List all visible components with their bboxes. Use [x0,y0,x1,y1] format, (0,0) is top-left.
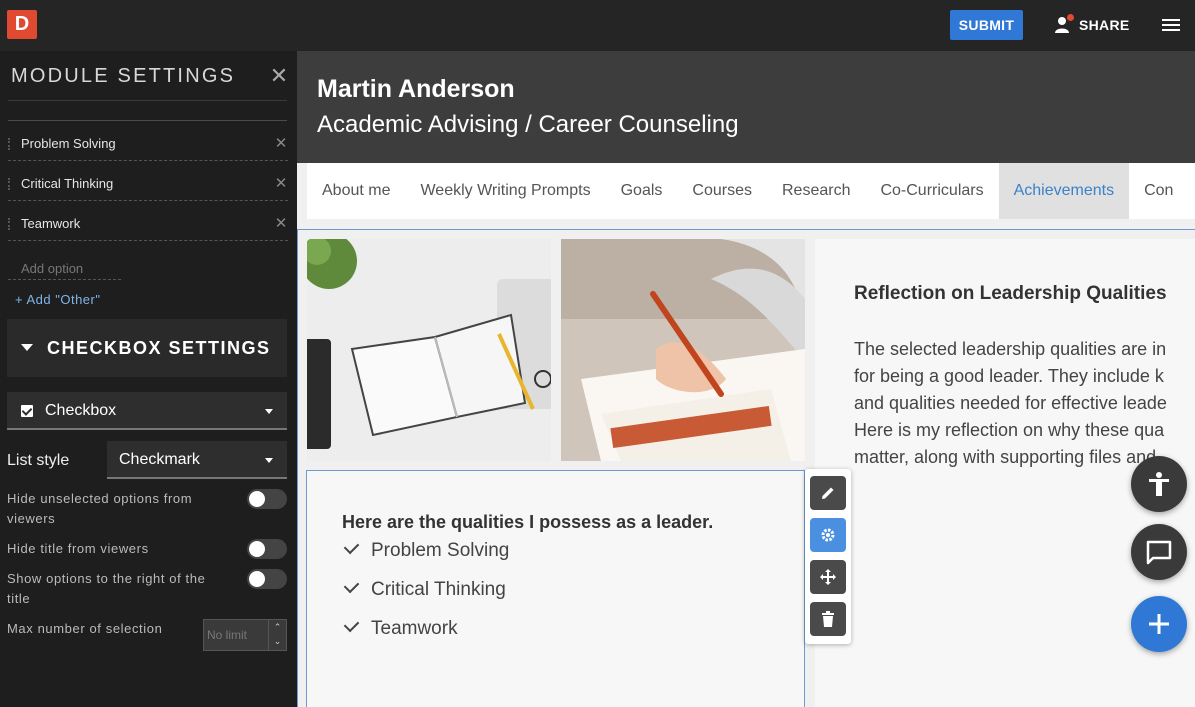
max-selection-label: Max number of selection [7,621,163,636]
list-item: Critical Thinking [343,577,506,601]
checkbox-icon [21,405,33,417]
drag-handle-icon[interactable] [8,218,12,230]
hide-unselected-toggle[interactable] [247,489,287,509]
tab-bar: About me Weekly Writing Prompts Goals Co… [307,163,1195,219]
reflection-line: for being a good leader. They include k [854,366,1164,386]
toggle-label: Hide unselected options from viewers [7,491,193,526]
list-style-value: Checkmark [119,451,200,468]
option-label[interactable]: Critical Thinking [21,176,113,191]
notebook-photo [307,239,551,461]
share-button[interactable]: SHARE [1054,13,1130,37]
option-row[interactable]: Problem Solving ✕ [8,131,288,161]
portfolio-page: Martin Anderson Academic Advising / Care… [297,51,1195,707]
max-selection-placeholder: No limit [207,628,248,642]
checkmark-icon [343,577,360,594]
person-icon [1054,14,1074,34]
remove-option-icon[interactable]: ✕ [274,174,288,192]
collapse-caret-icon [21,344,33,351]
drag-handle-icon[interactable] [8,138,12,150]
module-toolbar [805,469,851,644]
checkbox-module[interactable]: Here are the qualities I possess as a le… [306,470,805,707]
option-row[interactable]: Critical Thinking ✕ [8,171,288,201]
reflection-line: matter, along with supporting files and [854,447,1157,467]
submit-button[interactable]: SUBMIT [950,10,1023,40]
toggle-label: Show options to the right of the title [7,571,206,606]
tab-research[interactable]: Research [767,163,865,219]
checkmark-icon [343,616,360,633]
add-icon[interactable] [1131,596,1187,652]
drag-handle-icon[interactable] [8,178,12,190]
close-icon[interactable]: ✕ [268,65,290,87]
owner-name: Martin Anderson [317,75,515,103]
page-subtitle: Academic Advising / Career Counseling [317,111,739,138]
section-title: CHECKBOX SETTINGS [47,338,271,358]
add-option-placeholder: Add option [21,261,84,276]
module-title: Here are the qualities I possess as a le… [342,512,714,532]
reflection-line: and qualities needed for effective leade [854,393,1167,413]
option-row[interactable]: Teamwork ✕ [8,211,288,241]
option-label[interactable]: Problem Solving [21,136,116,151]
app-logo[interactable]: D [7,10,37,39]
reflection-line: The selected leadership qualities are in [854,339,1167,359]
option-label[interactable]: Teamwork [21,216,80,231]
tab-con[interactable]: Con [1129,163,1188,219]
hide-title-toggle[interactable] [247,539,287,559]
toggle-label: Hide title from viewers [7,541,149,556]
trash-icon[interactable] [810,602,846,636]
chevron-down-icon [265,409,273,414]
tab-about-me[interactable]: About me [307,163,405,219]
reflection-title: Reflection on Leadership Qualities [854,283,1167,304]
top-bar: D SUBMIT SHARE [0,0,1195,51]
list-item: Teamwork [343,616,458,640]
list-item: Problem Solving [343,538,510,562]
gear-icon[interactable] [810,518,846,552]
list-style-select[interactable]: Checkmark [107,441,287,479]
list-item-label: Critical Thinking [371,579,506,600]
accessibility-icon[interactable] [1131,456,1187,512]
checkmark-icon [343,538,360,555]
tab-goals[interactable]: Goals [606,163,678,219]
remove-option-icon[interactable]: ✕ [274,134,288,152]
panel-title: MODULE SETTINGS [11,65,236,87]
tab-achievements[interactable]: Achievements [998,163,1130,219]
hamburger-menu-icon[interactable] [1162,16,1180,34]
chat-icon[interactable] [1131,524,1187,580]
share-label: SHARE [1079,17,1130,33]
checkbox-settings-header[interactable]: CHECKBOX SETTINGS [7,319,287,377]
divider [8,100,287,101]
chevron-down-icon [265,458,273,463]
edit-pencil-icon[interactable] [810,476,846,510]
options-right-toggle[interactable] [247,569,287,589]
option-input-partial[interactable] [8,120,287,121]
page-header: Martin Anderson Academic Advising / Care… [297,51,1195,163]
notification-dot [1067,14,1074,21]
writing-photo [561,239,805,461]
tab-weekly-writing-prompts[interactable]: Weekly Writing Prompts [405,163,605,219]
add-option-input[interactable]: Add option [8,252,121,280]
reflection-line: Here is my reflection on why these qua [854,420,1165,440]
module-settings-panel: MODULE SETTINGS ✕ Problem Solving ✕ Crit… [0,51,297,707]
list-style-label: List style [7,452,70,469]
max-selection-input[interactable]: No limit ⌃ ⌄ [203,619,287,651]
list-item-label: Problem Solving [371,540,510,561]
type-select-value: Checkbox [45,402,117,419]
list-item-label: Teamwork [371,618,458,639]
type-select[interactable]: Checkbox [7,392,287,430]
tab-co-curriculars[interactable]: Co-Curriculars [865,163,998,219]
tab-courses[interactable]: Courses [677,163,767,219]
remove-option-icon[interactable]: ✕ [274,214,288,232]
move-icon[interactable] [810,560,846,594]
add-other-link[interactable]: + Add "Other" [15,292,100,307]
stepper-arrows-icon[interactable]: ⌃ ⌄ [268,620,286,650]
